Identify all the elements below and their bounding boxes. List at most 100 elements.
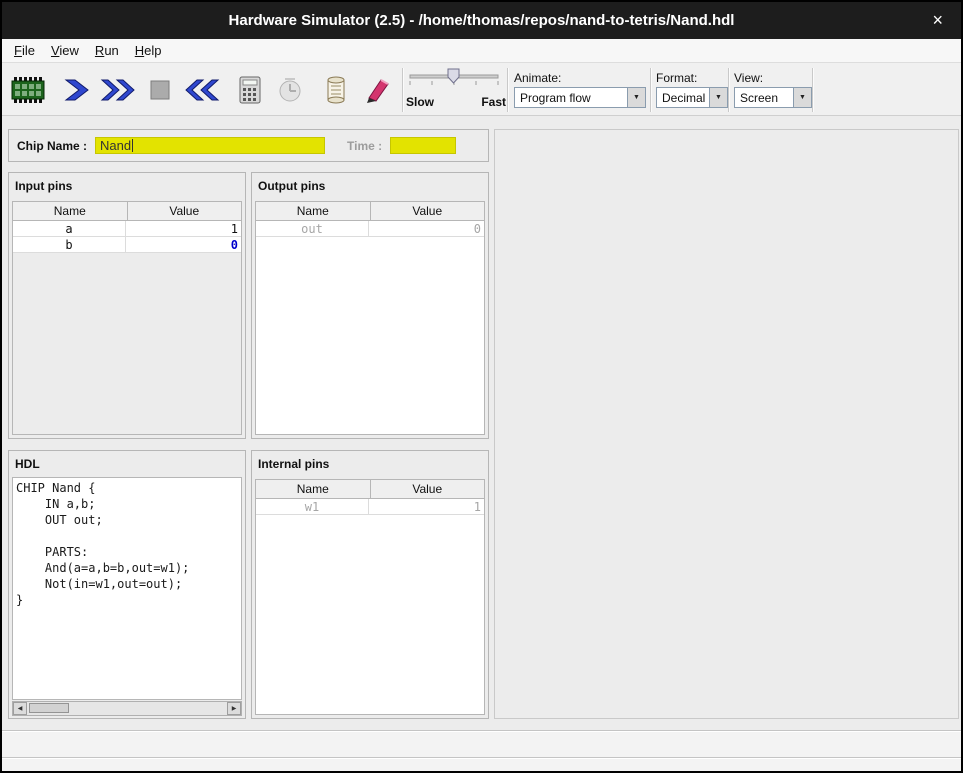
pin-name: a xyxy=(13,221,126,236)
window-title: Hardware Simulator (2.5) - /home/thomas/… xyxy=(229,12,735,29)
status-divider xyxy=(2,757,961,759)
column-header-value: Value xyxy=(128,202,242,220)
load-chip-button[interactable] xyxy=(8,70,48,110)
menubar: File View Run Help xyxy=(2,39,961,63)
table-row: w1 1 xyxy=(256,499,484,515)
internal-pins-table: Name Value w1 1 xyxy=(255,479,485,715)
toolbar-separator xyxy=(812,68,814,112)
speed-slider-thumb xyxy=(448,69,459,83)
calculator-button[interactable] xyxy=(230,70,270,110)
menu-help[interactable]: Help xyxy=(127,40,170,61)
column-header-value: Value xyxy=(371,202,485,220)
hdl-title: HDL xyxy=(9,451,245,473)
rewind-icon xyxy=(184,78,220,102)
table-row[interactable]: a 1 xyxy=(13,221,241,237)
format-combobox[interactable]: Decimal ▼ xyxy=(656,87,728,108)
titlebar: Hardware Simulator (2.5) - /home/thomas/… xyxy=(2,2,961,39)
toolbar-separator xyxy=(507,68,509,112)
view-combobox[interactable]: Screen ▼ xyxy=(734,87,812,108)
scrollbar-thumb[interactable] xyxy=(29,703,69,713)
menu-run[interactable]: Run xyxy=(87,40,127,61)
hdl-panel: HDL CHIP Nand { IN a,b; OUT out; PARTS: … xyxy=(8,450,246,719)
hdl-code: CHIP Nand { IN a,b; OUT out; PARTS: And(… xyxy=(13,478,241,610)
toolbar-separator xyxy=(728,68,730,112)
close-button[interactable]: × xyxy=(928,10,947,30)
pin-name: out xyxy=(256,221,369,236)
output-pins-panel: Output pins Name Value out 0 xyxy=(251,172,489,439)
chip-header-panel: Chip Name : Nand Time : xyxy=(8,129,489,162)
format-value: Decimal xyxy=(657,88,709,107)
time-label: Time : xyxy=(347,139,382,153)
chip-name-field[interactable]: Nand xyxy=(95,137,325,154)
pin-value[interactable]: 1 xyxy=(126,221,241,236)
breakpoint-pen-icon xyxy=(363,76,393,104)
view-label: View: xyxy=(734,71,812,85)
pin-value: 0 xyxy=(369,221,484,236)
pin-value[interactable]: 0 xyxy=(126,237,241,252)
single-step-button[interactable] xyxy=(56,70,96,110)
reset-button[interactable] xyxy=(182,70,222,110)
animate-combobox[interactable]: Program flow ▼ xyxy=(514,87,646,108)
clock-icon xyxy=(276,76,304,104)
chevron-down-icon[interactable]: ▼ xyxy=(793,88,811,107)
table-row: out 0 xyxy=(256,221,484,237)
pin-name: w1 xyxy=(256,499,369,514)
output-pins-table: Name Value out 0 xyxy=(255,201,485,435)
table-header: Name Value xyxy=(256,480,484,499)
hdl-code-view: CHIP Nand { IN a,b; OUT out; PARTS: And(… xyxy=(12,477,242,700)
input-pins-panel: Input pins Name Value a 1 b 0 xyxy=(8,172,246,439)
stop-icon xyxy=(149,79,171,101)
table-row[interactable]: b 0 xyxy=(13,237,241,253)
slider-fast-label: Fast xyxy=(481,95,506,109)
table-header: Name Value xyxy=(256,202,484,221)
internal-pins-panel: Internal pins Name Value w1 1 xyxy=(251,450,489,719)
view-value: Screen xyxy=(735,88,793,107)
slider-slow-label: Slow xyxy=(406,95,434,109)
format-label: Format: xyxy=(656,71,728,85)
chip-name-value: Nand xyxy=(96,138,131,153)
table-header: Name Value xyxy=(13,202,241,221)
screen-view-panel xyxy=(494,129,959,719)
text-cursor xyxy=(132,139,133,152)
column-header-name: Name xyxy=(256,480,371,498)
chevron-down-icon[interactable]: ▼ xyxy=(627,88,645,107)
toolbar: Slow Fast Animate: Program flow ▼ Format… xyxy=(2,63,961,116)
scroll-left-icon[interactable]: ◀ xyxy=(13,702,27,715)
scroll-right-icon[interactable]: ▶ xyxy=(227,702,241,715)
menu-file[interactable]: File xyxy=(6,40,43,61)
animate-value: Program flow xyxy=(515,88,627,107)
chip-name-label: Chip Name : xyxy=(17,139,87,153)
scrollbar-track[interactable] xyxy=(27,702,227,715)
pin-name: b xyxy=(13,237,126,252)
memory-chip-icon xyxy=(10,76,46,104)
time-field xyxy=(390,137,456,154)
column-header-value: Value xyxy=(371,480,485,498)
chevron-down-icon[interactable]: ▼ xyxy=(709,88,727,107)
internal-pins-title: Internal pins xyxy=(252,451,488,473)
status-bar xyxy=(2,730,961,771)
menu-view[interactable]: View xyxy=(43,40,87,61)
fast-forward-icon xyxy=(100,78,136,102)
toolbar-separator xyxy=(402,68,404,112)
hardware-simulator-window: Hardware Simulator (2.5) - /home/thomas/… xyxy=(0,0,963,773)
pin-value: 1 xyxy=(369,499,484,514)
speed-slider-track[interactable] xyxy=(406,67,502,91)
hdl-horizontal-scrollbar[interactable]: ◀ ▶ xyxy=(12,701,242,716)
script-icon xyxy=(323,76,349,104)
run-button[interactable] xyxy=(98,70,138,110)
breakpoints-button[interactable] xyxy=(358,70,398,110)
view-script-button[interactable] xyxy=(316,70,356,110)
calculator-icon xyxy=(237,75,263,105)
single-step-icon xyxy=(62,78,90,102)
column-header-name: Name xyxy=(13,202,128,220)
output-pins-title: Output pins xyxy=(252,173,488,195)
input-pins-title: Input pins xyxy=(9,173,245,195)
animate-label: Animate: xyxy=(514,71,646,85)
input-pins-table: Name Value a 1 b 0 xyxy=(12,201,242,435)
stop-button[interactable] xyxy=(140,70,180,110)
clock-button xyxy=(270,70,310,110)
speed-slider[interactable]: Slow Fast xyxy=(406,67,506,113)
toolbar-separator xyxy=(650,68,652,112)
speed-slider-labels: Slow Fast xyxy=(406,95,506,109)
column-header-name: Name xyxy=(256,202,371,220)
